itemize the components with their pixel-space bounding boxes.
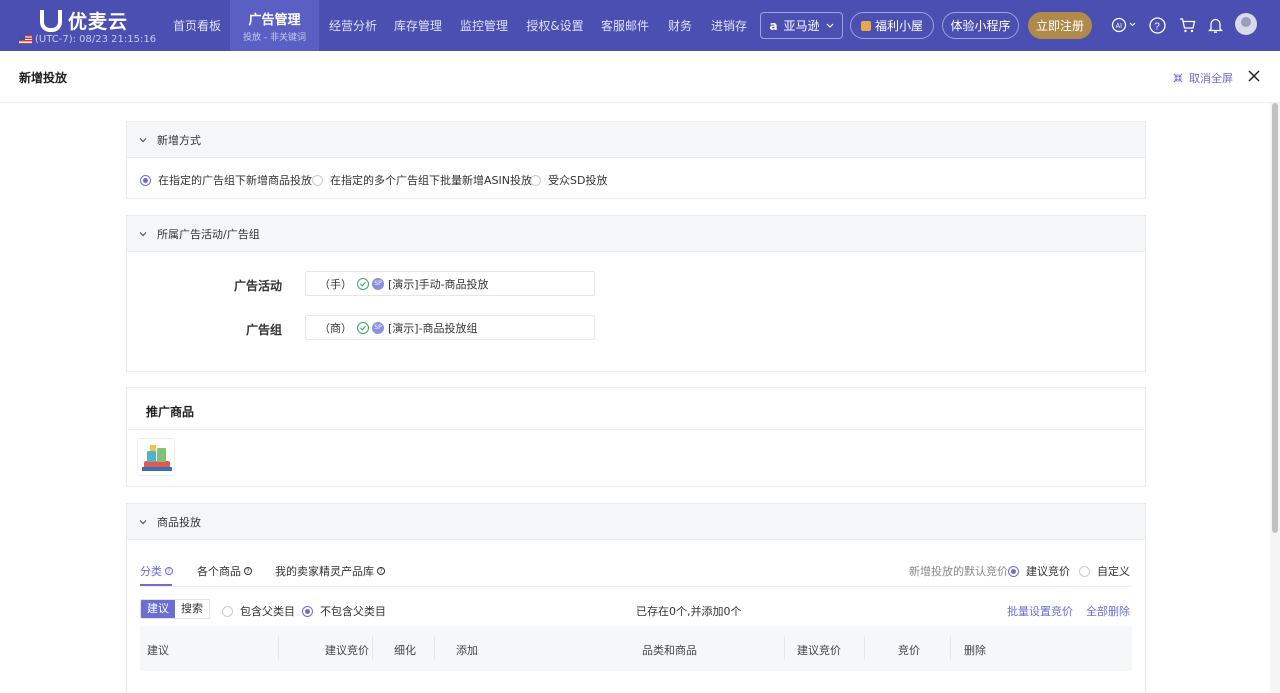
drawer-scrollbar[interactable] [1270,103,1280,693]
us-flag-icon [19,35,32,44]
added-summary: 已存在0个,并添加0个 [636,605,742,618]
timezone-clock: (UTC-7): 08/23 21:15:16 [19,34,156,45]
col-delete: 删除 [964,644,986,657]
campaign-field[interactable]: （手） SP [演示]手动-商品投放 [305,271,595,296]
nav-item-inventory[interactable]: 库存管理 [387,0,449,51]
radio-selected[interactable] [302,605,313,617]
campaign-label: 广告活动 [233,279,282,293]
batch-bid-link[interactable]: 批量设置竞价 [1007,603,1073,619]
column-divider [864,636,865,660]
nav-item-purchase-sales[interactable]: 进销存 [704,0,754,51]
ad-group-field[interactable]: （商） SP [演示]-商品投放组 [305,315,595,340]
register-button[interactable]: 立即注册 [1028,12,1092,39]
app-logo[interactable]: 优麦云 [40,7,128,34]
ai-assistant-icon[interactable]: AI [1110,16,1138,34]
promoted-product-card: 推广商品 [126,387,1146,487]
promoted-product-title: 推广商品 [127,388,1145,430]
tab-seller-sprite-library[interactable]: 我的卖家精灵产品库? [275,563,385,579]
drawer-header: 新增投放 取消全屏 [0,51,1280,103]
drawer-title: 新增投放 [19,71,68,85]
nav-item-ad-management[interactable]: 广告管理 投放 - 非关键词 [230,0,319,51]
check-circle-icon [357,277,369,290]
help-icon: ? [244,567,252,575]
suggest-search-toggle: 建议 搜索 [140,599,210,619]
add-method-option-sd[interactable]: 受众SD投放 [530,172,607,188]
column-divider [434,636,435,660]
default-bid-label: 新增投放的默认竞价 [909,565,1008,578]
col-refine: 细化 [394,644,416,657]
cart-icon[interactable] [1178,16,1196,34]
chevron-down-icon [139,519,147,524]
radio-selected[interactable] [1008,565,1019,577]
chevron-down-icon [139,231,147,236]
product-targeting-header[interactable]: 商品投放 [127,504,1145,540]
default-bid-suggested[interactable]: 建议竞价 [1008,563,1070,579]
amazon-icon: a [769,18,778,33]
tabs-divider [140,586,1132,587]
compress-icon [1173,73,1183,83]
user-avatar[interactable] [1235,13,1257,35]
svg-text:AI: AI [1116,23,1123,30]
seg-search[interactable]: 搜索 [175,600,209,618]
bell-icon[interactable] [1206,16,1224,34]
add-method-option-batch[interactable]: 在指定的多个广告组下批量新增ASIN投放 [312,172,532,188]
welfare-button[interactable]: 福利小屋 [850,12,934,39]
nav-item-monitoring[interactable]: 监控管理 [453,0,515,51]
tab-category[interactable]: 分类? [140,563,173,579]
include-parent-option[interactable]: 包含父类目 [222,603,295,619]
column-divider [278,636,279,660]
col-category-product: 品类和商品 [642,644,697,657]
tab-individual-products[interactable]: 各个商品? [197,563,252,579]
nav-item-service-mail[interactable]: 客服邮件 [596,0,654,51]
radio[interactable] [530,174,541,186]
nav-item-auth-settings[interactable]: 授权&设置 [520,0,590,51]
nav-item-subtitle: 投放 - 非关键词 [243,32,306,43]
help-icon: ? [165,567,173,575]
column-divider [372,636,373,660]
house-icon [860,20,871,31]
marketplace-select[interactable]: a 亚马逊 [760,12,843,39]
sp-badge-icon: SP [372,321,384,334]
logo-text: 优麦云 [68,11,129,33]
scroll-thumb[interactable] [1272,103,1278,533]
chevron-down-icon [826,23,833,28]
help-icon[interactable]: ? [1148,16,1166,34]
exit-fullscreen-button[interactable]: 取消全屏 [1173,70,1233,86]
help-icon: ? [377,567,385,575]
radio-selected[interactable] [140,174,151,186]
chevron-down-icon [139,137,147,142]
svg-text:?: ? [1154,21,1160,32]
radio[interactable] [222,605,233,617]
targeting-table-header: 建议 建议竞价 细化 添加 品类和商品 建议竞价 竞价 删除 [140,626,1132,671]
product-thumbnail[interactable] [137,438,175,476]
logo-icon [40,9,62,32]
column-divider [950,636,951,660]
check-circle-icon [357,321,369,334]
sp-badge-icon: SP [372,277,384,290]
column-divider [784,636,785,660]
nav-item-business-analysis[interactable]: 经营分析 [322,0,384,51]
default-bid-custom[interactable]: 自定义 [1079,563,1130,579]
col-suggested-bid: 建议竞价 [325,644,369,657]
radio[interactable] [312,174,323,186]
top-navbar: 优麦云 (UTC-7): 08/23 21:15:16 首页看板 广告管理 投放… [0,0,1280,51]
campaign-group-header[interactable]: 所属广告活动/广告组 [127,216,1145,252]
close-icon[interactable] [1247,69,1261,83]
nav-item-finance[interactable]: 财务 [661,0,699,51]
add-method-header[interactable]: 新增方式 [127,122,1145,158]
seg-suggest[interactable]: 建议 [141,600,175,618]
nav-item-dashboard[interactable]: 首页看板 [165,0,229,51]
ad-group-label: 广告组 [245,323,282,337]
miniapp-button[interactable]: 体验小程序 [942,12,1019,39]
col-add: 添加 [456,644,478,657]
add-method-option-single[interactable]: 在指定的广告组下新增商品投放 [140,172,312,188]
col-suggest: 建议 [147,644,169,657]
exclude-parent-option[interactable]: 不包含父类目 [302,603,386,619]
radio[interactable] [1079,565,1090,577]
col-suggested-bid-2: 建议竞价 [797,644,841,657]
col-bid: 竞价 [898,644,920,657]
delete-all-link[interactable]: 全部删除 [1086,603,1130,619]
